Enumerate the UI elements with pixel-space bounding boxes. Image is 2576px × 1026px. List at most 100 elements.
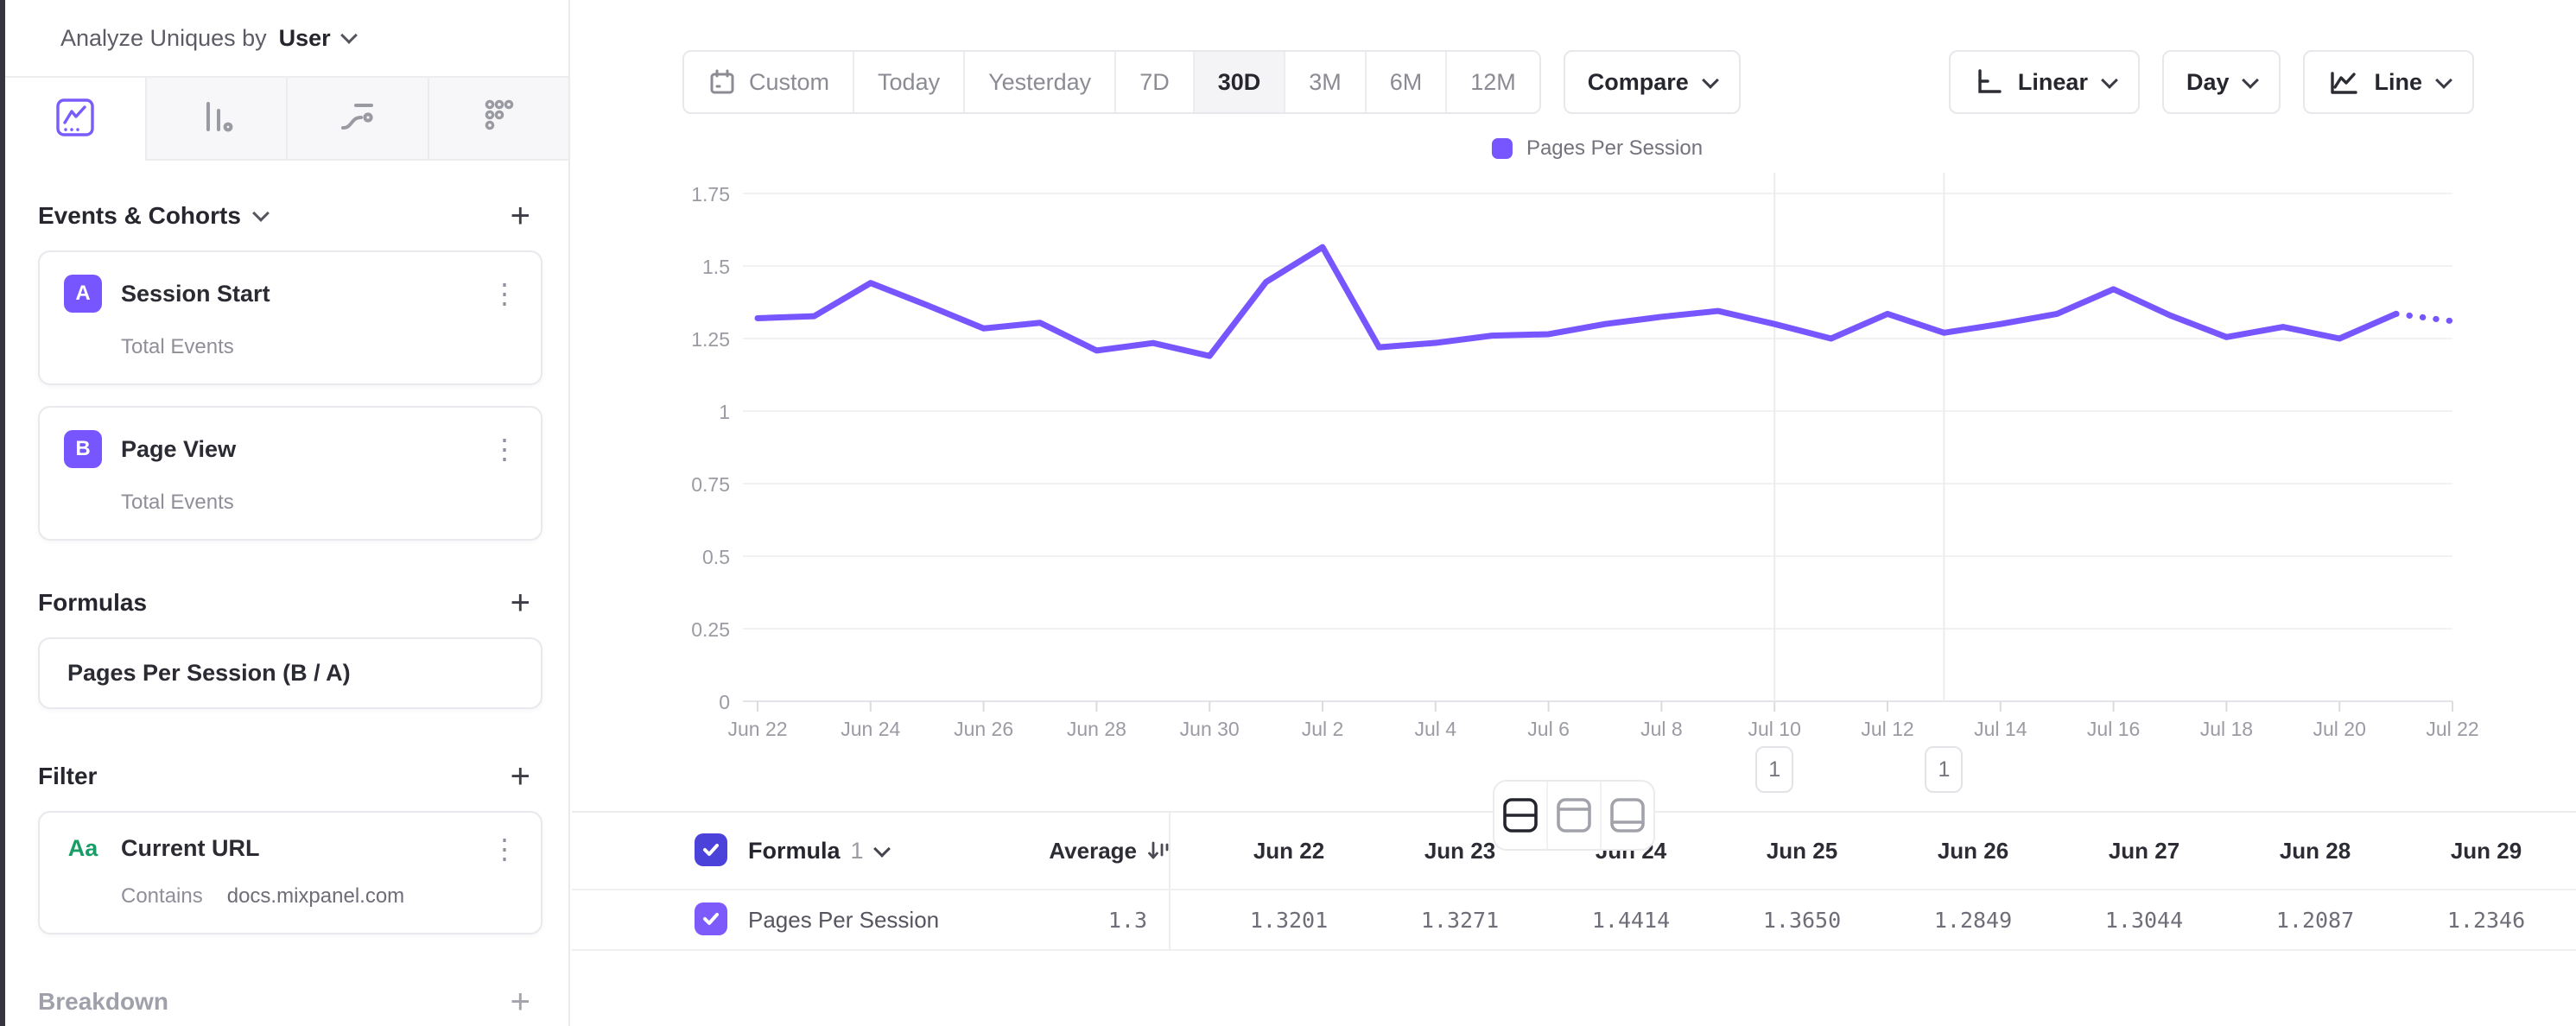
date-value: 1.3201 — [1203, 890, 1374, 949]
y-tick-label: 0.5 — [702, 546, 730, 568]
x-tick-label: Jul 8 — [1640, 718, 1683, 740]
x-tick-label: Jul 18 — [2200, 718, 2253, 740]
layout-toggle-split[interactable] — [1494, 782, 1546, 849]
add-breakdown-button[interactable]: + — [511, 989, 530, 1015]
table-view-icon — [1608, 794, 1647, 837]
x-tick-label: Jul 10 — [1748, 718, 1801, 740]
row-checkbox[interactable] — [695, 902, 727, 935]
formula-card[interactable]: Pages Per Session (B / A) — [38, 637, 542, 709]
formulas-title: Formulas — [38, 589, 147, 617]
date-value: 1.2087 — [2230, 890, 2401, 949]
filter-card-current-url[interactable]: Aa Current URL ⋮ Contains docs.mixpanel.… — [38, 811, 542, 934]
kebab-menu-icon[interactable]: ⋮ — [491, 836, 518, 862]
add-filter-button[interactable]: + — [511, 763, 530, 789]
filter-property-name[interactable]: Current URL — [121, 835, 260, 862]
kebab-menu-icon[interactable]: ⋮ — [491, 281, 518, 307]
x-tick-label: Jun 22 — [727, 718, 787, 740]
date-value-cells: 1.32011.32711.44141.36501.28491.30441.20… — [1203, 890, 2576, 949]
date-value: 1.3650 — [1716, 890, 1888, 949]
events-cohorts-section-header: Events & Cohorts + — [38, 202, 542, 230]
event-aggregation[interactable]: Total Events — [121, 491, 518, 515]
add-event-button[interactable]: + — [511, 203, 530, 229]
x-tick-label: Jul 2 — [1302, 718, 1344, 740]
y-tick-label: 1.5 — [702, 256, 730, 278]
kebab-menu-icon[interactable]: ⋮ — [491, 436, 518, 462]
layout-toggle-chart[interactable] — [1546, 782, 1600, 849]
property-type-icon: Aa — [64, 835, 102, 862]
y-tick-label: 0 — [719, 691, 730, 713]
x-tick-label: Jul 22 — [2426, 718, 2478, 740]
x-tick-label: Jul 4 — [1415, 718, 1457, 740]
select-all-checkbox[interactable] — [695, 833, 727, 866]
chart-view-icon — [1554, 794, 1594, 837]
y-tick-label: 0.25 — [691, 618, 730, 641]
date-header[interactable]: Jun 25 — [1716, 813, 1888, 889]
add-formula-button[interactable]: + — [511, 590, 530, 616]
event-card-page-view[interactable]: B Page View ⋮ Total Events — [38, 406, 542, 541]
average-column-header[interactable]: Average — [883, 813, 1171, 889]
analyze-uniques-label: Analyze Uniques by — [60, 25, 267, 52]
layout-toggle-table[interactable] — [1600, 782, 1653, 849]
formula-group-header[interactable]: Formula 1 — [748, 813, 888, 889]
filter-section-header: Filter + — [38, 763, 542, 790]
date-header[interactable]: Jun 27 — [2059, 813, 2230, 889]
report-main-area: CustomTodayYesterday7D30D3M6M12M Compare… — [572, 0, 2576, 1026]
date-value: 1.4414 — [1545, 890, 1716, 949]
series-line-solid — [758, 247, 2396, 356]
sidebar-content: Events & Cohorts + A Session Start ⋮ Tot… — [5, 202, 568, 1016]
annotation-badge-jul-10[interactable]: 1 — [1755, 746, 1793, 793]
x-tick-label: Jun 24 — [841, 718, 900, 740]
chevron-down-icon[interactable] — [340, 27, 358, 44]
filter-value[interactable]: docs.mixpanel.com — [227, 884, 404, 909]
query-builder-sidebar: Analyze Uniques by User — [0, 0, 570, 1026]
flow-icon — [335, 94, 380, 143]
x-tick-label: Jul 6 — [1527, 718, 1570, 740]
formula-group-number: 1 — [851, 838, 864, 864]
split-view-icon — [1501, 794, 1540, 837]
pages-per-session-line-chart[interactable]: 00.250.50.7511.251.51.75Jun 22Jun 24Jun … — [572, 0, 2576, 812]
y-tick-label: 1.75 — [691, 183, 730, 206]
chevron-down-icon[interactable] — [252, 205, 270, 222]
event-aggregation[interactable]: Total Events — [121, 335, 518, 359]
grid-dots-icon — [476, 94, 521, 143]
formula-expression[interactable]: Pages Per Session (B / A) — [67, 660, 351, 687]
event-name[interactable]: Page View — [121, 436, 236, 463]
layout-toggle-group — [1493, 780, 1655, 851]
date-header[interactable]: Jun 29 — [2401, 813, 2572, 889]
tab-insights[interactable] — [5, 78, 145, 161]
average-label: Average — [1049, 838, 1137, 864]
tab-retention[interactable] — [428, 78, 569, 161]
y-tick-label: 1.25 — [691, 328, 730, 351]
event-card-session-start[interactable]: A Session Start ⋮ Total Events — [38, 250, 542, 385]
filter-operator[interactable]: Contains — [121, 884, 203, 909]
x-tick-label: Jun 28 — [1067, 718, 1126, 740]
y-tick-label: 1 — [719, 401, 730, 423]
x-tick-label: Jul 12 — [1861, 718, 1913, 740]
formulas-section-header: Formulas + — [38, 589, 542, 617]
date-value: 1.3271 — [1374, 890, 1545, 949]
table-row-pages-per-session: Pages Per Session 1.3 1.32011.32711.4414… — [572, 890, 2576, 951]
date-header[interactable]: Jun 26 — [1888, 813, 2059, 889]
check-icon — [701, 839, 721, 860]
breakdown-title: Breakdown — [38, 988, 168, 1016]
x-tick-label: Jul 14 — [1974, 718, 2027, 740]
event-name[interactable]: Session Start — [121, 281, 270, 307]
filter-title: Filter — [38, 763, 97, 790]
breakdown-section-header: Breakdown + — [38, 988, 542, 1016]
report-type-tabs — [5, 78, 568, 161]
analyze-uniques-value[interactable]: User — [279, 25, 331, 52]
date-column-headers: Jun 22Jun 23Jun 24Jun 25Jun 26Jun 27Jun … — [1203, 813, 2576, 889]
tab-funnels[interactable] — [145, 78, 287, 161]
annotation-badge-jul-13[interactable]: 1 — [1925, 746, 1963, 793]
row-average-value: 1.3 — [883, 890, 1147, 949]
date-header[interactable]: Jun 22 — [1203, 813, 1374, 889]
date-value: 1.3044 — [2059, 890, 2230, 949]
insights-chart-icon — [54, 96, 97, 143]
check-icon — [701, 909, 721, 929]
sort-icon — [1145, 838, 1171, 864]
date-value: 1.2346 — [2401, 890, 2572, 949]
date-header[interactable]: Jun 28 — [2230, 813, 2401, 889]
series-line-dotted-incomplete — [2396, 314, 2452, 320]
x-tick-label: Jul 20 — [2313, 718, 2366, 740]
tab-flows[interactable] — [286, 78, 428, 161]
